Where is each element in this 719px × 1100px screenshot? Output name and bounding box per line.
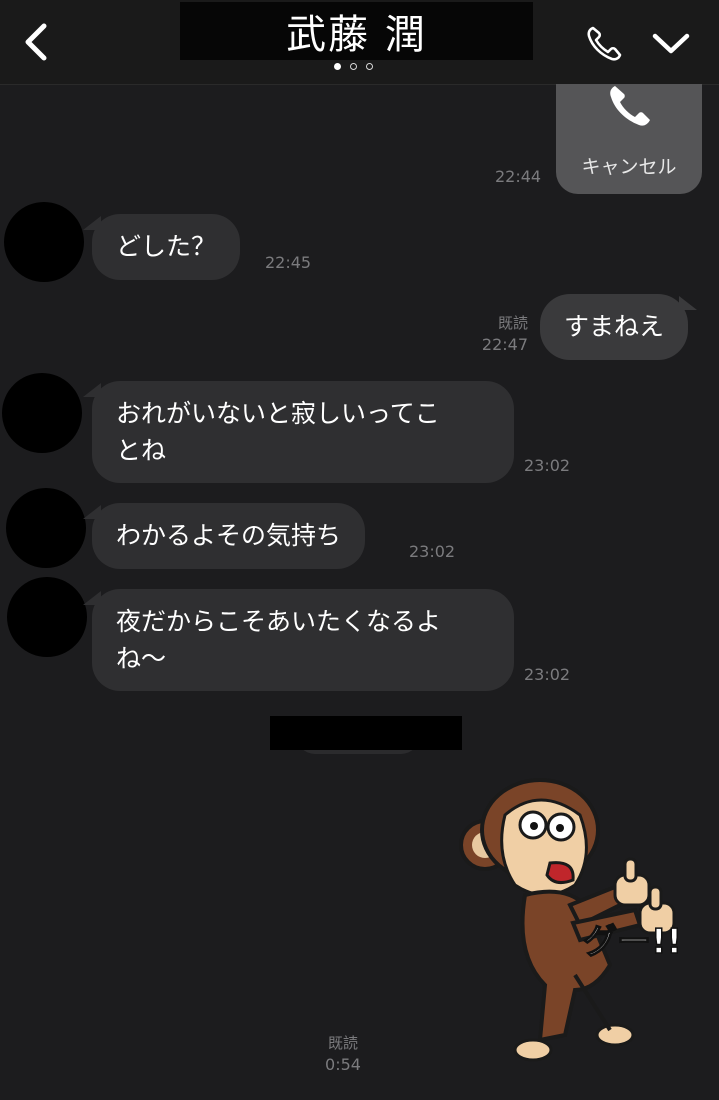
phone-icon [587,26,622,61]
title-box: 武藤 潤 [180,2,533,60]
message-bubble[interactable]: 夜だからこそあいたくなるよ ね〜 [83,589,514,691]
avatar[interactable] [2,373,82,453]
read-receipt: 既読 22:47 [470,313,528,355]
message-time: 0:54 [325,1055,361,1074]
avatar[interactable] [6,488,86,568]
page-dot [334,63,341,70]
page-dot [366,63,373,70]
sticker-caption: グー!! [583,922,682,962]
call-message-card[interactable]: キャンセル [556,84,702,194]
menu-button[interactable] [648,24,694,64]
message-time: 23:02 [409,542,456,561]
read-label: 既読 [497,314,528,332]
back-button[interactable] [18,18,58,66]
page-dot [350,63,357,70]
read-label: 既読 [327,1034,358,1052]
redaction-block [270,716,462,750]
message-bubble[interactable]: どした？ [82,214,241,280]
chat-title: 武藤 潤 [286,12,427,58]
phone-icon [610,86,650,126]
message-time: 22:45 [265,253,312,272]
message-bubble[interactable]: すまねえ [540,294,698,360]
message-time: 23:02 [524,456,571,475]
monkey-thumbs-up-sticker[interactable]: グー!! [455,775,700,1075]
message-time: 22:44 [495,167,542,186]
read-receipt: 既読 0:54 [318,1033,368,1075]
call-button[interactable] [584,24,626,64]
call-cancel-label: キャンセル [581,156,677,178]
message-bubble[interactable]: おれがいないと寂しいってこ とね [83,381,514,483]
message-time: 22:47 [481,335,528,354]
page-indicator [334,63,373,70]
chat-header: 武藤 潤 [0,0,719,85]
message-bubble[interactable]: わかるよその気持ち [82,503,366,569]
avatar[interactable] [4,202,84,282]
back-chevron-icon [25,23,47,61]
chevron-down-icon [652,33,690,54]
avatar[interactable] [7,577,87,657]
message-time: 23:02 [524,665,571,684]
